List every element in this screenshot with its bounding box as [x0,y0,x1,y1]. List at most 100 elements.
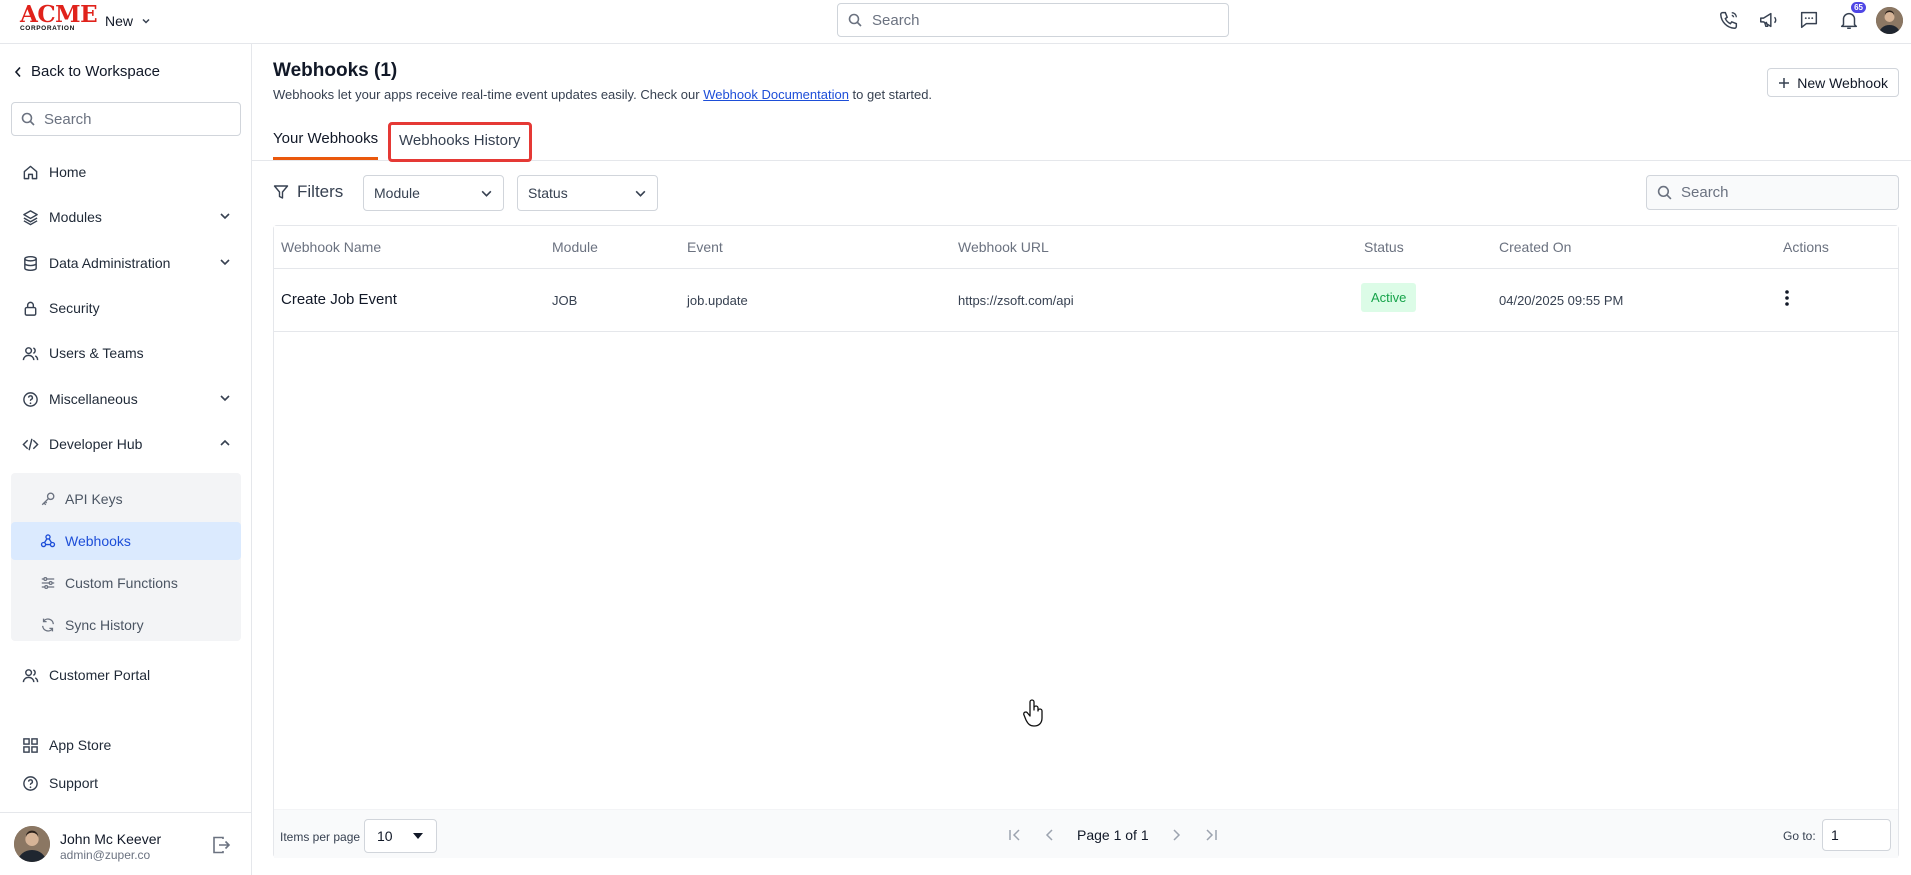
last-page-icon[interactable] [1203,827,1219,843]
tab-bar: Your Webhooks Webhooks History [252,120,1911,162]
sidebar-item-label: Users & Teams [49,345,144,361]
column-header[interactable]: Event [687,239,723,255]
logo-main-text: ACME [20,1,98,28]
new-webhook-button[interactable]: New Webhook [1767,68,1899,97]
sidebar-item-label: Modules [49,209,102,225]
chevron-down-icon [141,16,151,26]
new-menu-button[interactable]: New [105,10,151,32]
back-to-workspace-label: Back to Workspace [31,63,160,80]
sidebar-item-label: Home [49,164,87,180]
sidebar-item-webhooks[interactable]: Webhooks [11,522,241,560]
column-header[interactable]: Webhook URL [958,239,1049,255]
refresh-icon [40,617,56,633]
webhook-documentation-link[interactable]: Webhook Documentation [703,87,849,102]
grid-icon [22,737,39,754]
chevron-down-icon [219,392,231,404]
lock-icon [22,300,39,317]
previous-page-icon[interactable] [1042,827,1058,843]
column-header[interactable]: Module [552,239,598,255]
notification-badge: 65 [1851,2,1866,13]
filters-label: Filters [273,182,343,202]
event-cell: job.update [687,293,748,308]
caret-down-icon [412,832,424,840]
sidebar-item-customer-portal[interactable]: Customer Portal [11,660,241,690]
sidebar-item-label: Miscellaneous [49,391,138,407]
chevron-down-icon [634,187,647,200]
sidebar: Back to Workspace Home Modules Data Admi… [0,44,252,875]
module-cell: JOB [552,293,578,308]
back-to-workspace-link[interactable]: Back to Workspace [14,63,160,80]
database-icon [22,255,39,272]
global-search-input[interactable] [872,11,1228,29]
first-page-icon[interactable] [1007,827,1023,843]
sidebar-item-security[interactable]: Security [11,293,241,323]
status-badge: Active [1361,283,1417,312]
chat-icon[interactable] [1796,6,1822,34]
sidebar-item-label: App Store [49,737,112,753]
module-filter-select[interactable]: Module [363,175,504,211]
user-avatar[interactable] [1876,6,1903,34]
chevron-left-icon [14,66,22,78]
sliders-icon [40,575,56,591]
sidebar-item-label: Security [49,300,100,316]
description-text: Webhooks let your apps receive real-time… [273,87,704,102]
bell-icon[interactable]: 65 [1836,2,1866,34]
sidebar-search-input[interactable] [44,110,240,128]
avatar[interactable] [14,826,50,862]
layers-icon [22,209,39,226]
page-indicator: Page 1 of 1 [1077,827,1149,843]
sidebar-item-sync-history[interactable]: Sync History [11,606,241,644]
company-logo[interactable]: ACME CORPORATION [20,1,98,33]
phone-icon[interactable] [1716,6,1742,34]
main-content: Webhooks (1) Webhooks let your apps rece… [252,44,1911,875]
filter-icon [273,184,289,200]
table-search-input[interactable] [1681,184,1898,201]
next-page-icon[interactable] [1168,827,1184,843]
table-header: Webhook Name Module Event Webhook URL St… [274,226,1898,269]
column-header[interactable]: Status [1364,239,1404,255]
table-search[interactable] [1646,175,1899,210]
column-header[interactable]: Webhook Name [281,239,381,255]
user-name: John Mc Keever [60,831,162,847]
top-bar: ACME CORPORATION New 65 [0,0,1911,44]
module-filter-label: Module [374,185,420,201]
sidebar-item-api-keys[interactable]: API Keys [11,480,241,518]
status-filter-label: Status [528,185,568,201]
sidebar-item-home[interactable]: Home [11,157,241,187]
sidebar-item-modules[interactable]: Modules [11,202,241,232]
sidebar-item-developer-hub[interactable]: Developer Hub [11,429,241,459]
global-search[interactable] [837,3,1229,37]
sidebar-item-label: Customer Portal [49,667,151,683]
code-icon [22,436,39,453]
sidebar-item-label: Support [49,775,99,791]
tab-your-webhooks[interactable]: Your Webhooks [273,120,379,160]
logout-icon[interactable] [211,835,231,855]
sidebar-item-data-administration[interactable]: Data Administration [11,248,241,278]
page-title: Webhooks (1) [273,60,398,81]
webhook-name-cell[interactable]: Create Job Event [281,291,397,308]
sidebar-item-users-teams[interactable]: Users & Teams [11,338,241,368]
more-vertical-icon[interactable] [1784,289,1790,307]
webhook-icon [40,533,56,549]
table-row[interactable]: Create Job Event JOB job.update https://… [274,269,1898,332]
filters-text: Filters [297,182,344,201]
help-circle-icon [22,775,39,792]
sidebar-item-miscellaneous[interactable]: Miscellaneous [11,384,241,414]
sidebar-item-label: Custom Functions [65,575,178,591]
goto-page-input[interactable] [1822,819,1891,851]
sidebar-item-label: Webhooks [65,533,131,549]
users-icon [22,345,39,362]
sidebar-item-custom-functions[interactable]: Custom Functions [11,564,241,602]
chevron-down-icon [480,187,493,200]
items-per-page-value: 10 [377,828,393,844]
sidebar-item-support[interactable]: Support [11,768,241,798]
sidebar-item-app-store[interactable]: App Store [11,730,241,760]
goto-label: Go to: [1783,829,1816,843]
column-header[interactable]: Created On [1499,239,1571,255]
status-filter-select[interactable]: Status [517,175,658,211]
sidebar-search[interactable] [11,102,241,136]
new-menu-label: New [105,13,134,29]
tab-highlight-box [388,122,532,162]
megaphone-icon[interactable] [1756,6,1782,34]
items-per-page-select[interactable]: 10 [364,819,437,853]
